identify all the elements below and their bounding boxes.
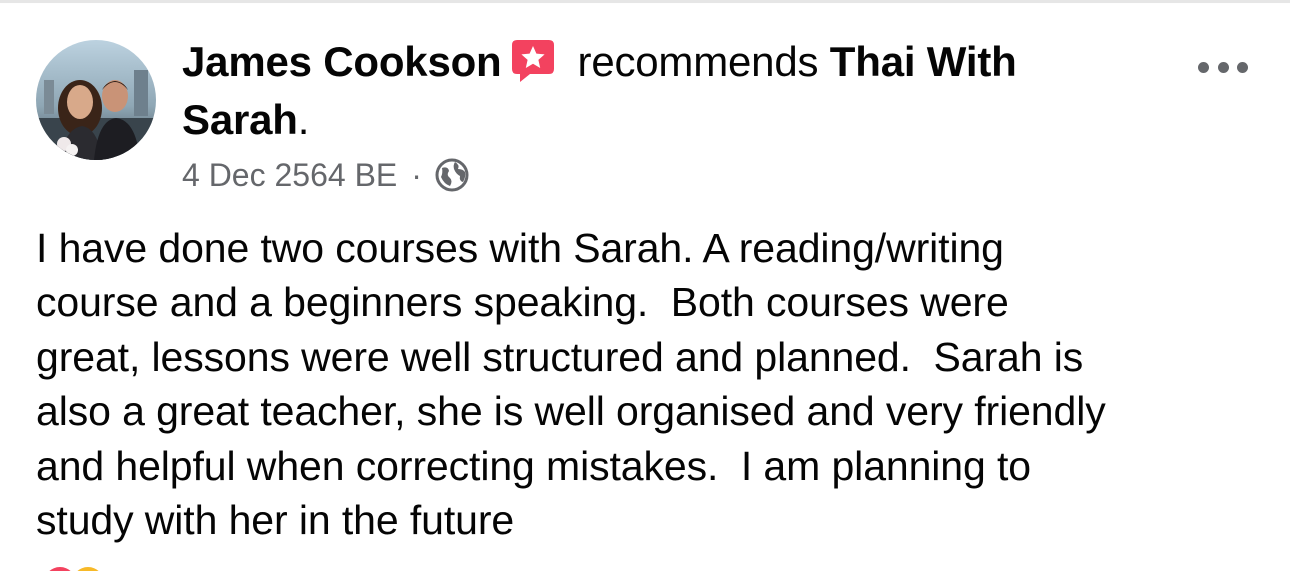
post-body-line: course and a beginners speaking. Both co…: [36, 279, 1009, 326]
post-header: James Cookson recommends Thai With Sarah.: [182, 33, 1172, 149]
post-body-line: great, lessons were well structured and …: [36, 333, 1084, 380]
more-dot: [1198, 61, 1209, 73]
post-body-line: and helpful when correcting mistakes. I …: [36, 442, 1031, 489]
page-name-link-line2[interactable]: Sarah: [182, 96, 298, 143]
post-body-line: also a great teacher, she is well organi…: [36, 388, 1106, 435]
post-meta: 4 Dec 2564 BE ·: [182, 152, 470, 198]
post-body: I have done two courses with Sarah. A re…: [36, 221, 1276, 547]
author-avatar[interactable]: [36, 40, 156, 160]
page-name-link[interactable]: Thai With: [830, 38, 1017, 85]
recommendation-star-icon: [508, 36, 558, 86]
recommendation-post: James Cookson recommends Thai With Sarah. …: [0, 0, 1290, 571]
author-name-link[interactable]: James Cookson: [182, 38, 502, 85]
more-options-icon[interactable]: [1198, 52, 1248, 82]
post-body-line: I have done two courses with Sarah. A re…: [36, 225, 1004, 271]
more-dot: [1237, 61, 1248, 73]
header-period: .: [297, 96, 310, 143]
reaction-icons-partial[interactable]: [38, 563, 128, 571]
globe-icon[interactable]: [434, 157, 470, 193]
more-dot: [1217, 61, 1229, 73]
top-divider: [0, 0, 1290, 3]
meta-separator: ·: [411, 156, 422, 193]
post-body-line: study with her in the future: [36, 497, 515, 544]
recommends-verb: recommends: [577, 38, 819, 85]
post-date-link[interactable]: 4 Dec 2564 BE: [182, 157, 397, 194]
